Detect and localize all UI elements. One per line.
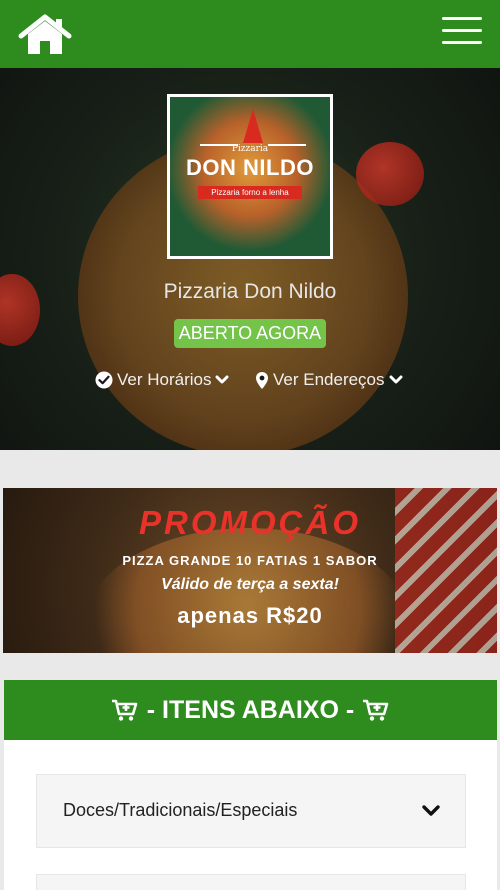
items-header: - ITENS ABAIXO - bbox=[4, 680, 497, 740]
logo-brand-text: DON NILDO bbox=[186, 155, 314, 180]
home-button[interactable] bbox=[18, 14, 72, 56]
map-pin-icon bbox=[256, 371, 268, 389]
items-header-label: - ITENS ABAIXO - bbox=[146, 695, 355, 724]
chevron-down-icon bbox=[389, 375, 403, 384]
chevron-down-icon bbox=[215, 375, 229, 384]
promo-price: apenas R$20 bbox=[177, 603, 323, 628]
store-name: Pizzaria Don Nildo bbox=[163, 280, 337, 303]
view-hours-label: Ver Horários bbox=[117, 370, 212, 389]
status-badge: ABERTO AGORA bbox=[174, 319, 326, 348]
category-label: Doces/Tradicionais/Especiais bbox=[63, 800, 298, 820]
cart-plus-icon bbox=[111, 699, 138, 721]
cart-plus-icon bbox=[363, 699, 389, 721]
top-navbar bbox=[0, 0, 500, 68]
category-accordion-item-partial[interactable] bbox=[36, 874, 466, 890]
promo-description: PIZZA GRANDE 10 FATIAS 1 SABOR bbox=[122, 553, 378, 568]
view-addresses-link[interactable]: Ver Endereços bbox=[255, 370, 403, 390]
promo-title: PROMOÇÃO bbox=[139, 504, 361, 541]
logo-small-text: Pizzaria bbox=[231, 144, 269, 154]
chevron-down-icon bbox=[422, 805, 440, 816]
promo-banner[interactable]: PROMOÇÃO PIZZA GRANDE 10 FATIAS 1 SABOR … bbox=[3, 488, 497, 653]
hero-links: Ver Horários Ver Endereços bbox=[0, 370, 500, 394]
hamburger-menu-button[interactable] bbox=[442, 14, 482, 46]
view-addresses-label: Ver Endereços bbox=[273, 370, 385, 389]
promo-validity: Válido de terça a sexta! bbox=[161, 576, 339, 593]
category-accordion-item[interactable]: Doces/Tradicionais/Especiais bbox=[36, 774, 466, 848]
store-logo: Pizzaria DON NILDO Pizzaria forno a lenh… bbox=[167, 94, 333, 259]
tomato-decoration bbox=[356, 142, 424, 206]
home-icon bbox=[18, 14, 72, 54]
hero-banner: Pizzaria DON NILDO Pizzaria forno a lenh… bbox=[0, 68, 500, 450]
check-circle-icon bbox=[95, 371, 113, 389]
view-hours-link[interactable]: Ver Horários bbox=[95, 370, 229, 390]
logo-ribbon: Pizzaria forno a lenha bbox=[198, 186, 302, 199]
